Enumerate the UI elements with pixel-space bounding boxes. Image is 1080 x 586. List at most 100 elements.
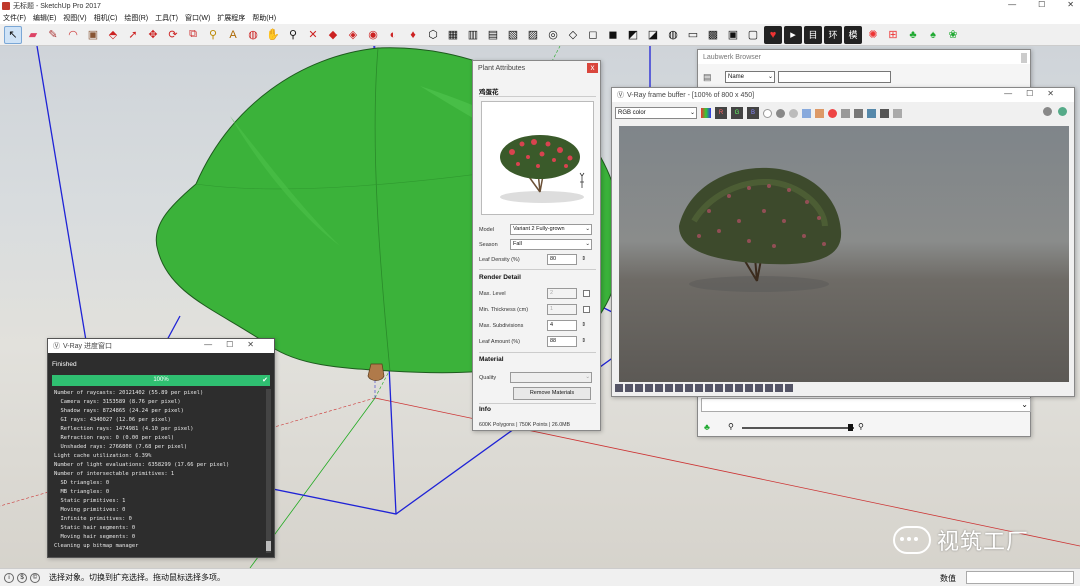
render-region-icon[interactable] (1043, 107, 1052, 116)
eraser-icon[interactable]: ▰ (24, 26, 42, 44)
vfb-tool-17-icon[interactable] (775, 384, 783, 392)
zoom-extents-icon[interactable]: ✕ (304, 26, 322, 44)
ortho-label-3[interactable]: 模 (844, 25, 862, 44)
sun-icon[interactable]: ✺ (864, 26, 882, 44)
shaded-icon[interactable]: ◼ (604, 26, 622, 44)
alpha-icon[interactable] (776, 108, 785, 118)
vfb-tool-3-icon[interactable] (635, 384, 643, 392)
model-select[interactable]: Variant 2 Fully-grown ⌄ (510, 224, 592, 235)
vfb-window-controls[interactable]: —☐✕ (1004, 89, 1068, 98)
vfb-tool-14-icon[interactable] (745, 384, 753, 392)
laubwerk-tree-icon[interactable]: ♠ (924, 26, 942, 44)
view-right-icon[interactable]: ▤ (484, 26, 502, 44)
menu-file[interactable]: 文件(F) (3, 13, 26, 23)
track-mouse-icon[interactable] (854, 108, 863, 118)
view-top-icon[interactable]: ▦ (444, 26, 462, 44)
geo-location-icon[interactable]: $ (17, 572, 27, 583)
blue-channel-button[interactable]: B (747, 107, 759, 119)
ruby-icon[interactable]: ♦ (404, 26, 422, 44)
vfb-tool-15-icon[interactable] (755, 384, 763, 392)
spinner-arrows-icon[interactable]: ⇕ (581, 337, 586, 346)
vfb-tool-16-icon[interactable] (765, 384, 773, 392)
orbit-icon[interactable]: ◍ (244, 26, 262, 44)
laubwerk-browser-icon[interactable]: ❀ (944, 26, 962, 44)
leaf-density-spinner[interactable]: 80 ⇕ (547, 254, 586, 265)
view-iso-icon[interactable]: ⬡ (424, 26, 442, 44)
terrain-icon[interactable]: ▭ (684, 26, 702, 44)
credits-icon[interactable]: © (30, 572, 40, 583)
pan-icon[interactable]: ✋ (264, 26, 282, 44)
measurements-input[interactable] (966, 571, 1074, 584)
vfb-tool-18-icon[interactable] (785, 384, 793, 392)
extension-icon[interactable]: ◉ (364, 26, 382, 44)
vfb-tool-6-icon[interactable] (665, 384, 673, 392)
follow-me-icon[interactable]: ➚ (124, 26, 142, 44)
menu-camera[interactable]: 相机(C) (94, 13, 118, 23)
ortho-label-1[interactable]: 目 (804, 25, 822, 44)
remove-materials-button[interactable]: Remove Materials (513, 387, 591, 400)
info-icon[interactable]: i (4, 572, 14, 583)
menu-tools[interactable]: 工具(T) (155, 13, 178, 23)
mono-icon[interactable] (763, 108, 772, 118)
menu-window[interactable]: 窗口(W) (185, 13, 210, 23)
view-back-icon[interactable]: ▧ (504, 26, 522, 44)
menu-view[interactable]: 视图(V) (63, 13, 86, 23)
season-select[interactable]: Fall ⌄ (510, 239, 592, 250)
history-icon[interactable] (789, 108, 798, 118)
zoom-out-icon[interactable]: ⚲ (728, 422, 734, 431)
vfb-tool-7-icon[interactable] (675, 384, 683, 392)
vfb-tool-10-icon[interactable] (705, 384, 713, 392)
minimize-button[interactable]: — (1008, 0, 1016, 9)
push-pull-icon[interactable]: ⬘ (104, 26, 122, 44)
vfb-tool-13-icon[interactable] (735, 384, 743, 392)
select-icon[interactable]: ↖ (4, 25, 22, 44)
maximize-button[interactable]: ☐ (1038, 0, 1045, 9)
leaf-amount-spinner[interactable]: 88 ⇕ (547, 336, 586, 347)
menu-extensions[interactable]: 扩展程序 (217, 13, 245, 23)
textured-icon[interactable]: ◩ (624, 26, 642, 44)
menu-help[interactable]: 帮助(H) (252, 13, 276, 23)
vfb-tool-5-icon[interactable] (655, 384, 663, 392)
save-image-icon[interactable] (802, 108, 811, 118)
scrollbar[interactable] (1021, 53, 1027, 63)
spinner-arrows-icon[interactable]: ⇕ (581, 255, 586, 264)
section-icon[interactable]: ▢ (744, 26, 762, 44)
vfb-tool-1-icon[interactable] (615, 384, 623, 392)
slider-handle[interactable] (848, 424, 853, 431)
spinner-arrows-icon[interactable]: ⇕ (581, 321, 586, 330)
color-channels-icon[interactable] (701, 108, 711, 118)
text-icon[interactable]: A (224, 26, 242, 44)
vfb-tool-12-icon[interactable] (725, 384, 733, 392)
vfb-tool-8-icon[interactable] (685, 384, 693, 392)
component-icon[interactable]: ◆ (324, 26, 342, 44)
menu-draw[interactable]: 绘图(R) (124, 13, 148, 23)
paint-bucket-icon[interactable]: ▣ (84, 26, 102, 44)
scale-icon[interactable]: ⧉ (184, 26, 202, 44)
menu-edit[interactable]: 编辑(E) (33, 13, 56, 23)
globe-icon[interactable]: ◍ (664, 26, 682, 44)
vfb-tool-9-icon[interactable] (695, 384, 703, 392)
laubwerk-plant-icon[interactable]: ♣ (904, 26, 922, 44)
tape-measure-icon[interactable]: ⚲ (204, 26, 222, 44)
log-scrollbar[interactable] (266, 389, 271, 553)
grid-icon[interactable]: ⊞ (884, 26, 902, 44)
close-window-button[interactable]: ✕ (1067, 0, 1074, 9)
vray-render-icon[interactable]: ▸ (784, 25, 802, 44)
view-front-icon[interactable]: ▥ (464, 26, 482, 44)
channel-select[interactable]: RGB color ⌄ (615, 107, 697, 119)
filter-field-select[interactable]: Name ⌄ (725, 71, 775, 83)
xray-icon[interactable]: ◎ (544, 26, 562, 44)
green-channel-button[interactable]: G (731, 107, 743, 119)
preset-select[interactable]: ⌄ (701, 398, 1031, 412)
zoom-icon[interactable]: ⚲ (284, 26, 302, 44)
monochrome-icon[interactable]: ◪ (644, 26, 662, 44)
vfb-tool-11-icon[interactable] (715, 384, 723, 392)
red-channel-button[interactable]: R (715, 107, 727, 119)
vfb-tool-2-icon[interactable] (625, 384, 633, 392)
max-subdivisions-spinner[interactable]: 4 ⇕ (547, 320, 586, 331)
max-level-checkbox[interactable] (583, 290, 590, 297)
clear-icon[interactable] (893, 108, 902, 118)
library-icon[interactable]: ▤ (703, 72, 712, 83)
arc-icon[interactable]: ◠ (64, 26, 82, 44)
view-left-icon[interactable]: ▨ (524, 26, 542, 44)
